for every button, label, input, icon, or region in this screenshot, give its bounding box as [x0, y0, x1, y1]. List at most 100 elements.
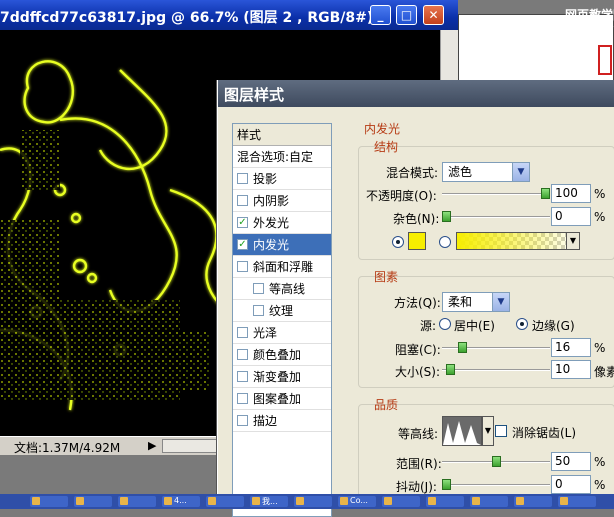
minimize-button[interactable]: _ [370, 5, 391, 25]
app-icon [252, 497, 260, 505]
style-list-item[interactable]: 斜面和浮雕 [233, 256, 331, 278]
maximize-button[interactable]: □ [396, 5, 417, 25]
style-list-item[interactable]: 渐变叠加 [233, 366, 331, 388]
taskbar-button[interactable] [206, 496, 244, 507]
document-titlebar[interactable]: 7ddffcd77c63817.jpg @ 66.7% (图层 2 , RGB/… [0, 0, 458, 30]
taskbar-button[interactable] [294, 496, 332, 507]
glow-color-swatch[interactable] [408, 232, 426, 250]
style-checkbox[interactable] [237, 173, 248, 184]
contour-dropdown-arrow-icon[interactable]: ▼ [482, 416, 494, 446]
style-checkbox[interactable]: ✓ [237, 239, 248, 250]
style-checkbox[interactable] [237, 195, 248, 206]
style-checkbox[interactable] [253, 305, 264, 316]
style-list-item[interactable]: ✓ 内发光 [233, 234, 331, 256]
jitter-slider-thumb[interactable] [442, 479, 451, 490]
taskbar-button[interactable]: 4... [162, 496, 200, 507]
choke-input[interactable]: 16 [551, 338, 591, 357]
taskbar-button[interactable]: Co... [338, 496, 376, 507]
taskbar-button[interactable] [74, 496, 112, 507]
style-checkbox[interactable] [237, 327, 248, 338]
antialias-checkbox[interactable] [495, 425, 507, 437]
style-checkbox[interactable]: ✓ [237, 217, 248, 228]
taskbar-button[interactable] [30, 496, 68, 507]
taskbar-button[interactable]: 我... [250, 496, 288, 507]
elements-title: 图素 [374, 270, 399, 284]
style-list: 样式 混合选项:自定 投影 内阴影 ✓ 外发光 ✓ 内发光 斜面和浮雕 等高线 纹理 光泽 颜色叠加 渐变… [232, 123, 332, 517]
size-input[interactable]: 10 [551, 360, 591, 379]
style-list-item[interactable]: 混合选项:自定 [233, 146, 331, 168]
solid-color-radio[interactable] [392, 236, 404, 248]
app-icon [516, 497, 524, 505]
range-slider-thumb[interactable] [491, 456, 501, 467]
style-checkbox[interactable] [237, 415, 248, 426]
opacity-input[interactable]: 100 [551, 184, 591, 203]
style-checkbox[interactable] [237, 261, 248, 272]
contour-picker[interactable] [442, 416, 482, 446]
style-list-item-label: 纹理 [269, 304, 294, 318]
style-list-item[interactable]: 内阴影 [233, 190, 331, 212]
contour-curve-icon [443, 417, 481, 445]
noise-input[interactable]: 0 [551, 207, 591, 226]
taskbar-button[interactable] [470, 496, 508, 507]
style-checkbox[interactable] [237, 371, 248, 382]
size-label: 大小(S): [395, 365, 441, 379]
gradient-dropdown-arrow-icon[interactable]: ▼ [566, 232, 580, 250]
source-label: 源: [420, 319, 437, 333]
style-list-item[interactable]: 等高线 [233, 278, 331, 300]
style-list-separator [233, 431, 331, 432]
app-icon [296, 497, 304, 505]
status-menu-arrow-icon[interactable]: ▶ [148, 439, 156, 452]
taskbar-button[interactable] [118, 496, 156, 507]
dialog-titlebar[interactable]: 图层样式 [218, 80, 614, 107]
style-list-item[interactable]: 描边 [233, 410, 331, 432]
taskbar-button[interactable] [382, 496, 420, 507]
style-checkbox[interactable] [237, 393, 248, 404]
size-slider-track[interactable] [442, 369, 550, 371]
style-list-item[interactable]: 纹理 [233, 300, 331, 322]
opacity-slider-track[interactable] [442, 193, 550, 195]
document-title: 7ddffcd77c63817.jpg @ 66.7% (图层 2 , RGB/… [0, 10, 374, 26]
noise-slider-thumb[interactable] [442, 211, 451, 222]
style-list-item[interactable]: ✓ 外发光 [233, 212, 331, 234]
app-icon [164, 497, 172, 505]
style-list-item[interactable]: 光泽 [233, 322, 331, 344]
style-checkbox[interactable] [237, 349, 248, 360]
antialias-label: 消除锯齿(L) [512, 426, 577, 440]
structure-title: 结构 [374, 140, 399, 154]
gradient-radio[interactable] [439, 236, 451, 248]
taskbar-button-label: Co... [350, 496, 368, 505]
taskbar-button[interactable] [426, 496, 464, 507]
noise-slider-track[interactable] [442, 216, 550, 218]
style-list-item-label: 内阴影 [253, 194, 290, 208]
inner-glow-section-title: 内发光 [364, 122, 401, 136]
jitter-input[interactable]: 0 [551, 475, 591, 494]
technique-select[interactable]: 柔和 ▼ [442, 292, 510, 312]
red-selection-frame [598, 45, 612, 75]
taskbar-button[interactable] [558, 496, 596, 507]
taskbar-button[interactable] [514, 496, 552, 507]
style-checkbox[interactable] [253, 283, 264, 294]
noise-unit: % [594, 210, 606, 224]
choke-label: 阻塞(C): [395, 343, 441, 357]
dialog-title: 图层样式 [224, 86, 285, 104]
style-list-item[interactable]: 投影 [233, 168, 331, 190]
style-list-item-label: 描边 [253, 414, 278, 428]
blend-mode-label: 混合模式: [386, 166, 439, 180]
choke-unit: % [594, 341, 606, 355]
choke-slider-thumb[interactable] [457, 342, 467, 353]
size-slider-thumb[interactable] [445, 364, 455, 375]
source-center-radio[interactable] [439, 318, 451, 330]
app-icon [384, 497, 392, 505]
style-list-item[interactable]: 图案叠加 [233, 388, 331, 410]
close-button[interactable]: ✕ [423, 5, 444, 25]
opacity-slider-thumb[interactable] [541, 188, 550, 199]
style-list-item-label: 渐变叠加 [253, 370, 302, 384]
glow-gradient-picker[interactable] [456, 232, 580, 250]
style-list-item[interactable]: 颜色叠加 [233, 344, 331, 366]
source-edge-radio[interactable] [516, 318, 528, 330]
range-input[interactable]: 50 [551, 452, 591, 471]
chevron-down-icon: ▼ [492, 293, 509, 311]
jitter-slider-track[interactable] [442, 484, 550, 486]
blend-mode-select[interactable]: 滤色 ▼ [442, 162, 530, 182]
document-horizontal-scrollbar[interactable] [162, 439, 218, 453]
